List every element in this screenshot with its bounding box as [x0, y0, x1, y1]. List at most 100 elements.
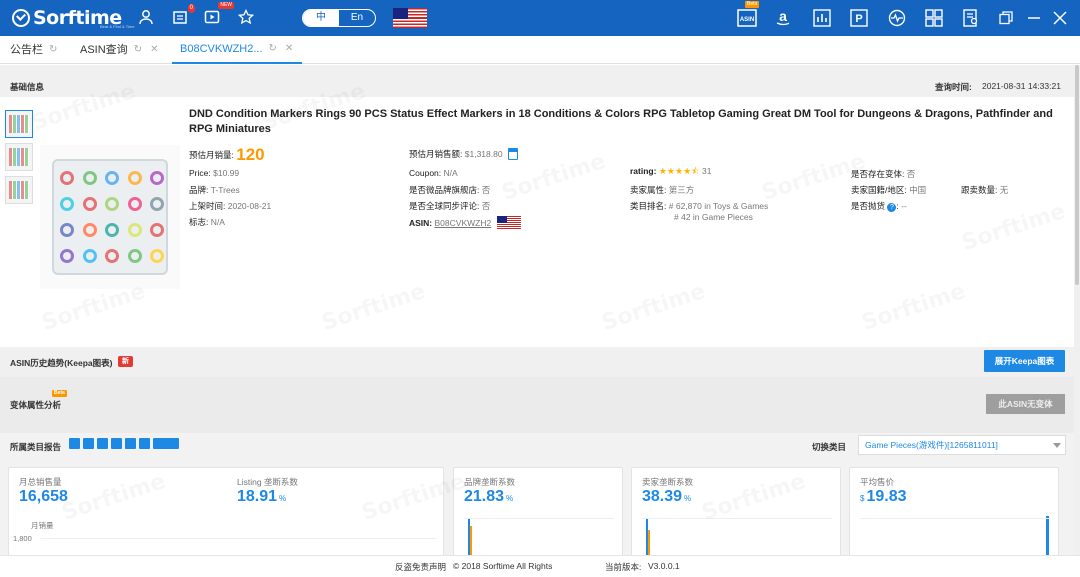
follow-count-value: 无	[999, 185, 1009, 195]
rating-star-icon: ⯪	[691, 166, 700, 176]
monthly-revenue-label: 预估月销售额:	[409, 149, 463, 159]
seller-region-value: 中国	[909, 185, 927, 195]
rating-label: rating:	[630, 166, 657, 176]
tab-announcements[interactable]: 公告栏 ↻	[10, 36, 57, 64]
trend-icon[interactable]	[97, 438, 108, 450]
thrown-label: 是否抛货	[851, 201, 886, 211]
notification-icon[interactable]: 0	[170, 4, 195, 27]
tab-asin-query[interactable]: ASIN查询 ↻ ✕	[80, 36, 158, 64]
stat-label: 月总销售量	[19, 477, 62, 487]
expand-keepa-button[interactable]: 展开Keepa图表	[984, 350, 1065, 372]
stat-value: 38.39%	[642, 488, 692, 505]
price-value: $10.99	[213, 168, 240, 178]
refresh-icon[interactable]: ↻	[269, 35, 277, 63]
user-icon[interactable]	[136, 7, 156, 27]
thumbnail[interactable]	[5, 143, 33, 171]
seller-attr: 卖家属性: 第三方	[630, 184, 694, 196]
follow-count-label: 跟卖数量:	[961, 185, 998, 195]
lang-zh[interactable]: 中	[303, 10, 339, 26]
minimize-icon[interactable]	[1022, 6, 1046, 30]
help-icon[interactable]: ?	[887, 203, 897, 212]
close-icon[interactable]	[1048, 6, 1072, 30]
coupon-label: Coupon:	[409, 168, 442, 178]
stat-label: 卖家垄断系数	[642, 477, 694, 487]
basic-info-header: 基础信息 查询时间: 2021-08-31 14:33:21	[0, 65, 1074, 97]
beta-tag: Beta	[52, 390, 67, 397]
asin-icon[interactable]: ASIN Beta	[735, 1, 760, 30]
category-rank-2: # 42 in Game Pieces	[674, 212, 753, 222]
stat-value: $19.83	[860, 488, 907, 505]
grid-icon[interactable]	[922, 6, 946, 30]
us-flag-icon[interactable]	[393, 8, 427, 28]
tag-label: 标志:	[189, 217, 209, 227]
thrown-goods: 是否抛货 ?: --	[851, 201, 907, 212]
refresh-icon[interactable]: ↻	[49, 36, 57, 64]
amazon-icon[interactable]: a	[771, 6, 795, 30]
rating-star-icon: ★	[674, 166, 684, 176]
close-tab-icon[interactable]: ✕	[285, 35, 293, 63]
star-icon[interactable]	[236, 7, 256, 27]
variant-exists-value: 否	[906, 169, 916, 179]
asin-link[interactable]: B08CVKWZH2	[435, 218, 492, 228]
rating: rating: ★★★★⯪ 31	[630, 164, 712, 180]
variant-exists: 是否存在变体: 否	[851, 168, 915, 180]
seller-attr-value: 第三方	[668, 185, 695, 195]
logo-check-icon	[12, 9, 30, 27]
tab-product[interactable]: B08CVKWZH2... ↻ ✕	[172, 36, 302, 64]
disclaimer-link[interactable]: 反盗免责声明	[395, 561, 446, 573]
report-search-icon[interactable]	[959, 6, 983, 30]
listed-value: 2020-08-21	[227, 201, 272, 211]
vertical-scrollbar[interactable]	[1074, 65, 1080, 555]
follow-count: 跟卖数量: 无	[961, 184, 1008, 196]
line-chart-icon[interactable]	[69, 438, 80, 450]
query-time-label: 查询时间:	[935, 82, 972, 92]
svg-text:a: a	[779, 9, 787, 24]
product-image	[40, 145, 180, 289]
m3-icon[interactable]	[153, 438, 179, 450]
language-toggle[interactable]: 中 En	[302, 9, 376, 27]
bar-chart-icon[interactable]	[810, 6, 834, 30]
stat-value: 21.83%	[464, 488, 514, 505]
mini-chart-label: 月销量	[31, 521, 54, 530]
close-tab-icon[interactable]: ✕	[150, 36, 158, 64]
thumbnail[interactable]	[5, 176, 33, 204]
amazon-icon[interactable]	[139, 438, 150, 450]
rating-star-icon: ★	[683, 166, 692, 176]
seller-region: 卖家国籍/地区: 中国	[851, 184, 926, 196]
calculator-icon[interactable]	[507, 148, 518, 160]
lang-en[interactable]: En	[339, 10, 375, 26]
thumbnail[interactable]	[5, 110, 33, 138]
version-label: 当前版本:	[605, 562, 642, 572]
tag-value: N/A	[210, 217, 225, 227]
chevron-down-icon	[1053, 443, 1061, 448]
rating-star-icon: ★	[666, 166, 675, 176]
restore-window-icon[interactable]	[994, 6, 1018, 30]
star-icon[interactable]	[111, 438, 122, 450]
app-window: Sorftime Beat & Find & Time 0 NEW 中 En A…	[0, 0, 1080, 577]
video-icon[interactable]: NEW	[202, 2, 234, 27]
listed-label: 上架时间:	[189, 201, 226, 211]
category-rank: 类目排名: # 62,870 in Toys & Games	[630, 200, 768, 212]
bar-chart-icon[interactable]	[83, 438, 94, 450]
asin: ASIN: B08CVKWZH2	[409, 216, 521, 229]
refresh-icon[interactable]: ↻	[134, 36, 142, 64]
logo: Sorftime Beat & Find & Time	[12, 6, 134, 30]
asin-label: ASIN:	[409, 218, 433, 228]
svg-text:P: P	[855, 13, 862, 25]
variant-exists-label: 是否存在变体:	[851, 169, 905, 179]
variant-title: 变体属性分析	[10, 400, 62, 410]
keepa-new-tag: 新	[118, 356, 133, 367]
rank-label: 类目排名:	[630, 201, 667, 211]
price: Price: $10.99	[189, 168, 239, 178]
keepa-title: ASIN历史趋势(Keepa图表)	[10, 358, 113, 368]
tab-label: B08CVKWZH2...	[180, 43, 263, 55]
store-icon[interactable]	[125, 438, 136, 450]
stat-label: 平均售价	[860, 477, 895, 487]
svg-text:ASIN: ASIN	[740, 17, 754, 23]
global-review-label: 是否全球同步评论:	[409, 201, 480, 211]
stat-label: 品牌垄断系数	[464, 477, 516, 487]
main-content: 基础信息 查询时间: 2021-08-31 14:33:21 DND Condi…	[0, 65, 1074, 555]
parking-icon[interactable]: P	[847, 6, 871, 30]
pulse-icon[interactable]	[885, 6, 909, 30]
category-select[interactable]: Game Pieces(游戏件)[1265811011]	[858, 435, 1066, 455]
